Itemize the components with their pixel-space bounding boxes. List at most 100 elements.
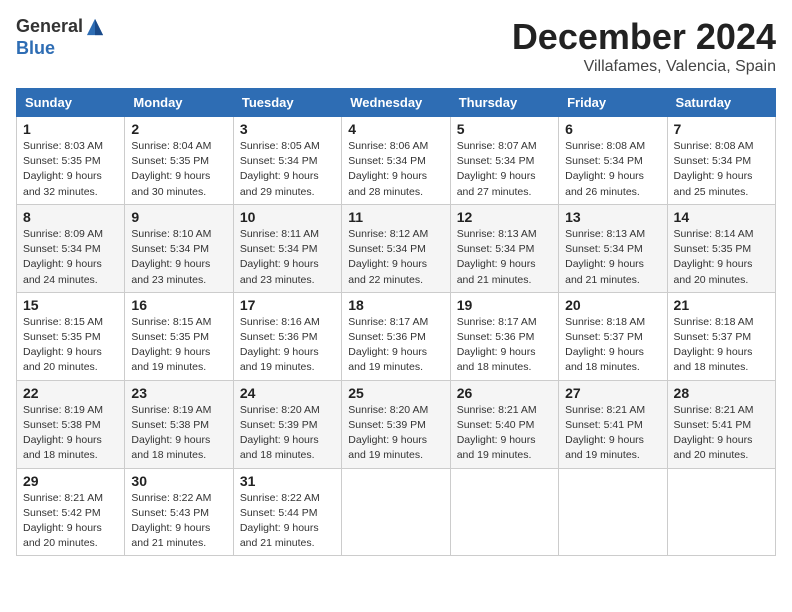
day-info: Sunrise: 8:08 AMSunset: 5:34 PMDaylight:…	[674, 139, 769, 200]
calendar-cell: 15 Sunrise: 8:15 AMSunset: 5:35 PMDayligh…	[17, 292, 125, 380]
calendar-cell: 21Sunrise: 8:18 AMSunset: 5:37 PMDayligh…	[667, 292, 775, 380]
calendar-cell	[450, 468, 558, 556]
day-number: 23	[131, 385, 226, 401]
day-info: Sunrise: 8:15 AMSunset: 5:35 PMDaylight:…	[23, 315, 118, 376]
calendar-cell: 28 Sunrise: 8:21 AMSunset: 5:41 PMDayligh…	[667, 380, 775, 468]
day-info: Sunrise: 8:19 AMSunset: 5:38 PMDaylight:…	[23, 403, 118, 464]
calendar-cell: 17 Sunrise: 8:16 AMSunset: 5:36 PMDayligh…	[233, 292, 341, 380]
day-info: Sunrise: 8:13 AMSunset: 5:34 PMDaylight:…	[565, 227, 660, 288]
day-info: Sunrise: 8:17 AMSunset: 5:36 PMDaylight:…	[457, 315, 552, 376]
calendar-cell: 9 Sunrise: 8:10 AMSunset: 5:34 PMDaylight…	[125, 204, 233, 292]
day-number: 5	[457, 121, 552, 137]
day-info: Sunrise: 8:15 AMSunset: 5:35 PMDaylight:…	[131, 315, 226, 376]
calendar-week-row: 8 Sunrise: 8:09 AMSunset: 5:34 PMDaylight…	[17, 204, 776, 292]
day-info: Sunrise: 8:12 AMSunset: 5:34 PMDaylight:…	[348, 227, 443, 288]
day-info: Sunrise: 8:18 AMSunset: 5:37 PMDaylight:…	[565, 315, 660, 376]
month-title: December 2024	[512, 16, 776, 58]
day-info: Sunrise: 8:20 AMSunset: 5:39 PMDaylight:…	[240, 403, 335, 464]
weekday-header-friday: Friday	[559, 89, 667, 117]
day-info: Sunrise: 8:13 AMSunset: 5:34 PMDaylight:…	[457, 227, 552, 288]
calendar-cell: 22 Sunrise: 8:19 AMSunset: 5:38 PMDayligh…	[17, 380, 125, 468]
day-info: Sunrise: 8:11 AMSunset: 5:34 PMDaylight:…	[240, 227, 335, 288]
calendar-cell	[342, 468, 450, 556]
weekday-header-monday: Monday	[125, 89, 233, 117]
day-number: 10	[240, 209, 335, 225]
day-number: 11	[348, 209, 443, 225]
day-info: Sunrise: 8:16 AMSunset: 5:36 PMDaylight:…	[240, 315, 335, 376]
calendar-week-row: 22 Sunrise: 8:19 AMSunset: 5:38 PMDayligh…	[17, 380, 776, 468]
day-number: 15	[23, 297, 118, 313]
day-number: 22	[23, 385, 118, 401]
weekday-header-saturday: Saturday	[667, 89, 775, 117]
weekday-header-sunday: Sunday	[17, 89, 125, 117]
day-number: 29	[23, 473, 118, 489]
calendar-cell: 26Sunrise: 8:21 AMSunset: 5:40 PMDayligh…	[450, 380, 558, 468]
day-number: 3	[240, 121, 335, 137]
day-info: Sunrise: 8:21 AMSunset: 5:41 PMDaylight:…	[565, 403, 660, 464]
day-number: 30	[131, 473, 226, 489]
day-info: Sunrise: 8:04 AMSunset: 5:35 PMDaylight:…	[131, 139, 226, 200]
title-block: December 2024 Villafames, Valencia, Spai…	[512, 16, 776, 76]
day-number: 12	[457, 209, 552, 225]
day-info: Sunrise: 8:21 AMSunset: 5:41 PMDaylight:…	[674, 403, 769, 464]
calendar-cell: 19 Sunrise: 8:17 AMSunset: 5:36 PMDayligh…	[450, 292, 558, 380]
calendar-cell: 27Sunrise: 8:21 AMSunset: 5:41 PMDayligh…	[559, 380, 667, 468]
day-number: 9	[131, 209, 226, 225]
weekday-header-tuesday: Tuesday	[233, 89, 341, 117]
day-info: Sunrise: 8:22 AMSunset: 5:43 PMDaylight:…	[131, 491, 226, 552]
calendar-cell: 30 Sunrise: 8:22 AMSunset: 5:43 PMDayligh…	[125, 468, 233, 556]
logo: General Blue	[16, 16, 107, 59]
calendar-header-row: SundayMondayTuesdayWednesdayThursdayFrid…	[17, 89, 776, 117]
day-number: 28	[674, 385, 769, 401]
calendar-cell: 13 Sunrise: 8:13 AMSunset: 5:34 PMDayligh…	[559, 204, 667, 292]
calendar-cell: 18Sunrise: 8:17 AMSunset: 5:36 PMDayligh…	[342, 292, 450, 380]
calendar-cell: 31Sunrise: 8:22 AMSunset: 5:44 PMDayligh…	[233, 468, 341, 556]
calendar-cell: 29 Sunrise: 8:21 AMSunset: 5:42 PMDayligh…	[17, 468, 125, 556]
calendar-cell: 6Sunrise: 8:08 AMSunset: 5:34 PMDaylight…	[559, 117, 667, 205]
calendar-cell	[559, 468, 667, 556]
calendar-cell: 3Sunrise: 8:05 AMSunset: 5:34 PMDaylight…	[233, 117, 341, 205]
location-title: Villafames, Valencia, Spain	[512, 58, 776, 76]
calendar-cell: 24 Sunrise: 8:20 AMSunset: 5:39 PMDayligh…	[233, 380, 341, 468]
day-info: Sunrise: 8:21 AMSunset: 5:42 PMDaylight:…	[23, 491, 118, 552]
day-number: 21	[674, 297, 769, 313]
day-number: 13	[565, 209, 660, 225]
day-number: 8	[23, 209, 118, 225]
day-info: Sunrise: 8:10 AMSunset: 5:34 PMDaylight:…	[131, 227, 226, 288]
day-info: Sunrise: 8:17 AMSunset: 5:36 PMDaylight:…	[348, 315, 443, 376]
calendar-cell: 5 Sunrise: 8:07 AMSunset: 5:34 PMDaylight…	[450, 117, 558, 205]
day-info: Sunrise: 8:09 AMSunset: 5:34 PMDaylight:…	[23, 227, 118, 288]
day-info: Sunrise: 8:14 AMSunset: 5:35 PMDaylight:…	[674, 227, 769, 288]
calendar-body: 1 Sunrise: 8:03 AMSunset: 5:35 PMDaylight…	[17, 117, 776, 556]
day-number: 20	[565, 297, 660, 313]
calendar-cell: 12 Sunrise: 8:13 AMSunset: 5:34 PMDayligh…	[450, 204, 558, 292]
calendar-table: SundayMondayTuesdayWednesdayThursdayFrid…	[16, 88, 776, 556]
day-info: Sunrise: 8:21 AMSunset: 5:40 PMDaylight:…	[457, 403, 552, 464]
logo-general: General	[16, 16, 83, 36]
page-header: General Blue December 2024 Villafames, V…	[16, 16, 776, 76]
day-number: 6	[565, 121, 660, 137]
calendar-cell	[667, 468, 775, 556]
day-number: 31	[240, 473, 335, 489]
calendar-cell: 7Sunrise: 8:08 AMSunset: 5:34 PMDaylight…	[667, 117, 775, 205]
calendar-cell: 4Sunrise: 8:06 AMSunset: 5:34 PMDaylight…	[342, 117, 450, 205]
calendar-week-row: 15 Sunrise: 8:15 AMSunset: 5:35 PMDayligh…	[17, 292, 776, 380]
day-number: 1	[23, 121, 118, 137]
calendar-cell: 20 Sunrise: 8:18 AMSunset: 5:37 PMDayligh…	[559, 292, 667, 380]
day-number: 2	[131, 121, 226, 137]
calendar-cell: 25 Sunrise: 8:20 AMSunset: 5:39 PMDayligh…	[342, 380, 450, 468]
day-number: 19	[457, 297, 552, 313]
calendar-cell: 16 Sunrise: 8:15 AMSunset: 5:35 PMDayligh…	[125, 292, 233, 380]
calendar-cell: 11 Sunrise: 8:12 AMSunset: 5:34 PMDayligh…	[342, 204, 450, 292]
calendar-cell: 23Sunrise: 8:19 AMSunset: 5:38 PMDayligh…	[125, 380, 233, 468]
day-info: Sunrise: 8:20 AMSunset: 5:39 PMDaylight:…	[348, 403, 443, 464]
day-info: Sunrise: 8:03 AMSunset: 5:35 PMDaylight:…	[23, 139, 118, 200]
day-number: 4	[348, 121, 443, 137]
calendar-cell: 14 Sunrise: 8:14 AMSunset: 5:35 PMDayligh…	[667, 204, 775, 292]
day-info: Sunrise: 8:07 AMSunset: 5:34 PMDaylight:…	[457, 139, 552, 200]
day-number: 25	[348, 385, 443, 401]
day-number: 14	[674, 209, 769, 225]
day-number: 17	[240, 297, 335, 313]
day-number: 16	[131, 297, 226, 313]
day-number: 24	[240, 385, 335, 401]
